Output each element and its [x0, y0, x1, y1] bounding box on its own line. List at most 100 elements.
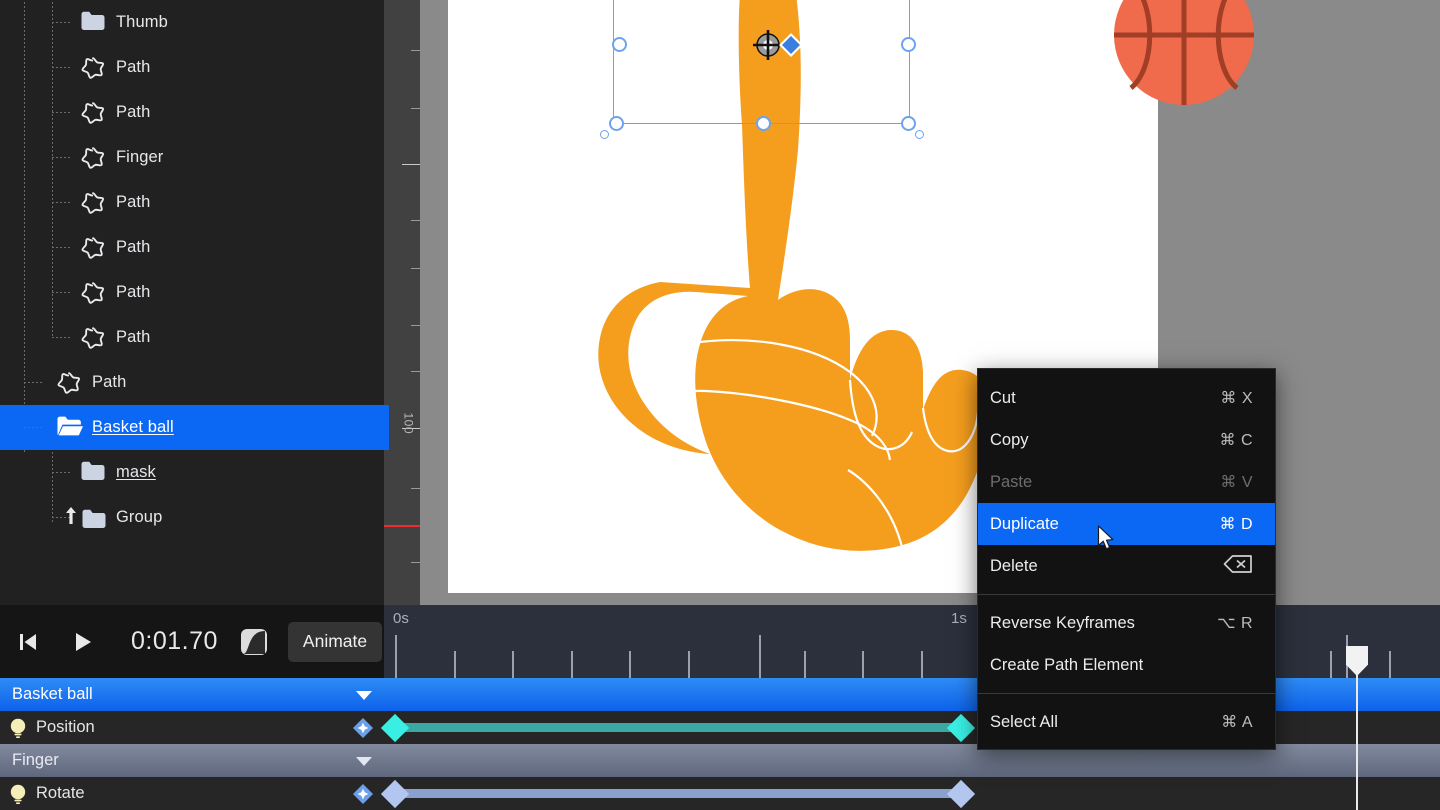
- keyframe-span-bar[interactable]: [395, 723, 961, 732]
- track-group-header[interactable]: Finger: [0, 744, 384, 777]
- anchor-crosshair-icon: [753, 30, 783, 60]
- timeline-ruler[interactable]: 0s 1s: [384, 605, 1440, 678]
- selection-rotate-handle-bottom-right[interactable]: [915, 130, 924, 139]
- layer-row[interactable]: Path: [0, 360, 384, 405]
- star-path-icon: [81, 282, 105, 304]
- skip-to-start-button[interactable]: [14, 628, 42, 656]
- add-keyframe-icon[interactable]: [352, 783, 374, 805]
- star-path-icon: [57, 372, 81, 394]
- vertical-ruler: 100: [384, 0, 420, 605]
- ruler-minor-tick: [1389, 651, 1391, 678]
- chevron-down-icon[interactable]: [354, 688, 374, 702]
- layer-row[interactable]: Path: [0, 45, 384, 90]
- ruler-tick: [411, 325, 420, 326]
- layer-row[interactable]: Group: [0, 495, 384, 540]
- play-icon: [76, 632, 91, 651]
- star-path-icon: [80, 100, 106, 126]
- track-group-header[interactable]: Basket ball: [0, 678, 384, 711]
- ruler-minor-tick: [454, 651, 456, 678]
- menu-item-shortcut: ⌘ X: [1220, 390, 1253, 407]
- layer-row[interactable]: Finger: [0, 135, 384, 180]
- bulb-icon[interactable]: [8, 783, 28, 805]
- selection-handle-left-middle[interactable]: [612, 37, 627, 52]
- keyframe-diamond[interactable]: [946, 779, 976, 808]
- track-property-header[interactable]: Rotate: [0, 777, 384, 810]
- tree-connector: [52, 112, 72, 113]
- layer-label: Path: [116, 283, 151, 301]
- keyframe-span-bar[interactable]: [395, 789, 961, 798]
- star-path-icon: [80, 55, 106, 81]
- menu-item-label: Duplicate: [990, 514, 1059, 533]
- bulb-icon[interactable]: [8, 717, 28, 739]
- tree-connector: [52, 202, 72, 203]
- selection-handle-bottom-center[interactable]: [756, 116, 771, 131]
- ruler-tick: [411, 371, 420, 372]
- menu-item-reverse-keyframes[interactable]: Reverse Keyframes ⌥ R: [978, 602, 1275, 644]
- ruler-selection-marker: [384, 405, 389, 450]
- track-property-header[interactable]: Position: [0, 711, 384, 744]
- tree-connector: [52, 472, 72, 473]
- chevron-down-icon: [356, 690, 372, 700]
- selection-handle-bottom-right[interactable]: [901, 116, 916, 131]
- menu-item-create-path-element[interactable]: Create Path Element: [978, 644, 1275, 686]
- ruler-minor-tick: [688, 651, 690, 678]
- canvas-context-menu[interactable]: Cut ⌘ X Copy ⌘ C Paste ⌘ V Duplicate ⌘ D Delete R…: [977, 368, 1276, 750]
- layer-tree-panel[interactable]: Thumb Path Path Finger Path Path Path Path Path B…: [0, 0, 384, 605]
- folder-icon: [80, 10, 106, 32]
- animate-button[interactable]: Animate: [287, 621, 383, 662]
- ruler-minor-tick: [629, 651, 631, 678]
- menu-item-cut[interactable]: Cut ⌘ X: [978, 377, 1275, 419]
- star-path-icon: [81, 327, 105, 349]
- star-path-icon: [81, 237, 105, 259]
- selection-handle-right-middle[interactable]: [901, 37, 916, 52]
- layer-row[interactable]: mask: [0, 450, 384, 495]
- menu-item-duplicate[interactable]: Duplicate ⌘ D: [978, 503, 1275, 545]
- star-path-icon: [81, 192, 105, 214]
- keyframe-diamond[interactable]: [380, 779, 410, 808]
- folder-icon: [80, 460, 106, 482]
- menu-item-paste: Paste ⌘ V: [978, 461, 1275, 503]
- chevron-down-icon[interactable]: [354, 754, 374, 768]
- menu-item-label: Delete: [990, 556, 1038, 575]
- menu-item-copy[interactable]: Copy ⌘ C: [978, 419, 1275, 461]
- layer-row[interactable]: Path: [0, 90, 384, 135]
- layer-label: Path: [116, 103, 151, 121]
- anchor-point-handle[interactable]: [752, 27, 812, 68]
- transport-controls[interactable]: 0:01.70 Animate: [0, 605, 384, 678]
- easing-button[interactable]: [239, 627, 269, 657]
- star-path-icon: [81, 147, 105, 169]
- keyframe-diamond[interactable]: [380, 713, 410, 742]
- ruler-minor-tick: [571, 651, 573, 678]
- menu-item-label: Copy: [990, 430, 1029, 449]
- track-lane[interactable]: [380, 777, 1440, 810]
- layer-row[interactable]: Thumb: [0, 0, 384, 45]
- layer-row[interactable]: Path: [0, 180, 384, 225]
- layer-row[interactable]: Path: [0, 270, 384, 315]
- track-lane[interactable]: [384, 678, 1440, 711]
- basketball-shape: [1114, 0, 1254, 105]
- add-keyframe-icon: [353, 783, 373, 804]
- menu-item-shortcut: ⌥ R: [1217, 615, 1253, 632]
- star-path-icon: [81, 102, 105, 124]
- layer-row[interactable]: Basket ball: [0, 405, 384, 450]
- layer-row[interactable]: Path: [0, 225, 384, 270]
- layer-label: Path: [92, 373, 127, 391]
- time-readout[interactable]: 0:01.70: [131, 627, 218, 656]
- canvas-viewport[interactable]: [420, 0, 1440, 605]
- add-keyframe-icon[interactable]: [352, 717, 374, 739]
- menu-item-delete[interactable]: Delete: [978, 545, 1275, 587]
- menu-item-select-all[interactable]: Select All ⌘ A: [978, 701, 1275, 743]
- track-lane[interactable]: [384, 744, 1440, 777]
- ruler-minor-tick: [512, 651, 514, 678]
- star-path-icon: [80, 145, 106, 171]
- layer-label: Path: [116, 58, 151, 76]
- keyframe-diamond[interactable]: [946, 713, 976, 742]
- play-button[interactable]: [69, 628, 97, 656]
- track-lane[interactable]: [380, 711, 1440, 744]
- selection-handle-bottom-left[interactable]: [609, 116, 624, 131]
- layer-row[interactable]: Path: [0, 315, 384, 360]
- ruler-tick: [411, 220, 420, 221]
- tree-connector: [52, 67, 72, 68]
- selection-rotate-handle-bottom-left[interactable]: [600, 130, 609, 139]
- skip-to-start-icon: [20, 633, 36, 650]
